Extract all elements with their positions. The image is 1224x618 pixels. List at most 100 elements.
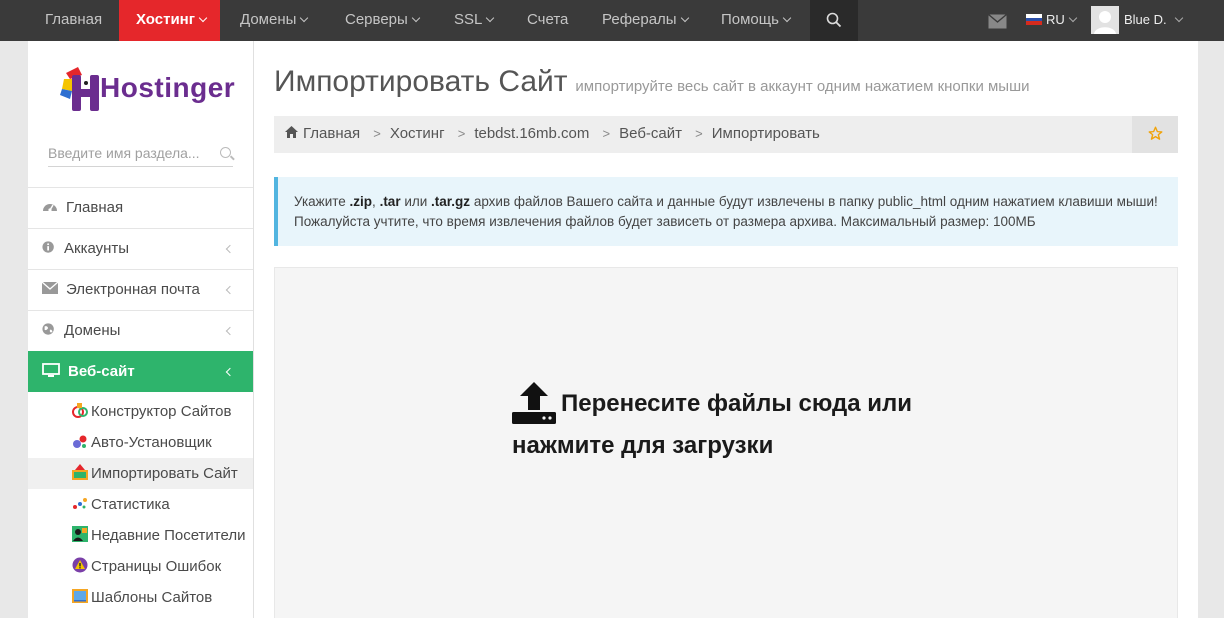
sidebar-search-input[interactable] — [48, 141, 208, 165]
dropzone-text: Перенесите файлы сюда или нажмите для за… — [512, 390, 913, 459]
breadcrumb-item-website[interactable]: Веб-сайт — [619, 125, 682, 142]
nav-servers[interactable]: Серверы — [345, 0, 421, 41]
breadcrumb-item-home[interactable]: Главная — [303, 125, 360, 142]
top-navigation: Главная Хостинг Домены Серверы SSL Счета… — [0, 0, 1224, 47]
star-icon — [1148, 126, 1162, 140]
search-icon — [826, 12, 842, 28]
dashboard-icon — [43, 204, 57, 212]
info-alert: Укажите .zip, .tar или .tar.gz архив фай… — [274, 177, 1178, 246]
sidebar: Hostinger Главная Аккаунты Электронная п… — [28, 41, 254, 618]
sidebar-item-email[interactable]: Электронная почта — [28, 269, 253, 310]
envelope-icon — [42, 281, 58, 295]
nav-ssl[interactable]: SSL — [454, 0, 495, 41]
monitor-icon — [42, 363, 60, 378]
submenu-item-error-pages[interactable]: Страницы Ошибок — [28, 551, 253, 582]
info-icon — [42, 241, 54, 253]
alert-text: Укажите — [294, 194, 350, 209]
recent-visitors-icon — [72, 526, 88, 543]
nav-hosting-label: Хостинг — [136, 11, 195, 28]
chevron-left-icon — [225, 244, 235, 254]
envelope-icon — [988, 14, 1007, 29]
nav-domains[interactable]: Домены — [240, 0, 309, 41]
alert-ext-zip: .zip — [349, 194, 373, 209]
dropzone-message: Перенесите файлы сюда или нажмите для за… — [512, 382, 932, 464]
nav-home-label: Главная — [45, 11, 103, 28]
breadcrumb-separator: > — [695, 126, 703, 141]
sidebar-search — [48, 141, 233, 167]
upload-icon — [512, 382, 556, 424]
favorite-button[interactable] — [1132, 116, 1178, 153]
breadcrumb-item-domain[interactable]: tebdst.16mb.com — [474, 125, 589, 142]
search-icon — [220, 147, 231, 158]
page-header: Импортировать Сайт импортируйте весь сай… — [274, 65, 1030, 99]
chevron-down-icon — [411, 13, 421, 23]
nav-domains-label: Домены — [240, 11, 297, 28]
nav-help-label: Помощь — [721, 11, 779, 28]
russia-flag-icon — [1026, 14, 1042, 26]
submenu-item-import-site[interactable]: Импортировать Сайт — [28, 458, 253, 489]
statistics-icon — [73, 498, 87, 510]
nav-hosting[interactable]: Хостинг — [119, 0, 220, 47]
submenu-item-label: Страницы Ошибок — [91, 558, 222, 575]
sidebar-item-label: Электронная почта — [66, 281, 200, 298]
submenu-item-label: Статистика — [91, 496, 170, 513]
breadcrumb-item-import: Импортировать — [711, 125, 820, 142]
chevron-down-icon — [680, 13, 689, 23]
globe-icon — [42, 323, 54, 335]
alert-ext-tar: .tar — [379, 194, 401, 209]
breadcrumb-separator: > — [373, 126, 381, 141]
chevron-down-icon — [782, 13, 792, 23]
sidebar-item-domains[interactable]: Домены — [28, 310, 253, 351]
chevron-down-icon — [300, 13, 309, 23]
submenu-item-label: Импортировать Сайт — [91, 465, 238, 482]
site-builder-icon — [72, 403, 88, 419]
user-menu[interactable]: Blue D. — [1091, 0, 1183, 41]
alert-text: или — [400, 194, 432, 209]
home-icon — [285, 126, 298, 139]
warning-icon — [72, 557, 88, 573]
language-selector[interactable]: RU — [1026, 0, 1078, 41]
avatar — [1091, 5, 1119, 34]
nav-referrals-label: Рефералы — [602, 11, 677, 28]
chevron-down-icon — [198, 13, 208, 23]
chevron-left-icon — [225, 326, 235, 336]
nav-invoices[interactable]: Счета — [527, 0, 568, 41]
nav-home[interactable]: Главная — [28, 0, 119, 41]
sidebar-item-label: Домены — [64, 322, 121, 339]
chevron-down-icon — [486, 13, 495, 23]
sidebar-menu: Главная Аккаунты Электронная почта Домен… — [28, 187, 253, 613]
submenu-item-label: Недавние Посетители — [91, 527, 246, 544]
chevron-down-icon — [1174, 13, 1183, 23]
submenu-item-site-builder[interactable]: Конструктор Сайтов — [28, 396, 253, 427]
alert-ext-targz: .tar.gz — [431, 194, 471, 209]
page-subtitle: импортируйте весь сайт в аккаунт одним н… — [575, 78, 1030, 95]
breadcrumb-item-hosting[interactable]: Хостинг — [390, 125, 445, 142]
templates-icon — [72, 589, 88, 604]
submenu-item-label: Конструктор Сайтов — [91, 403, 232, 420]
breadcrumb-separator: > — [602, 126, 611, 141]
sidebar-item-website[interactable]: Веб-сайт — [28, 351, 253, 392]
nav-servers-label: Серверы — [345, 11, 408, 28]
breadcrumb: Главная > Хостинг > tebdst.16mb.com > Веб-с… — [274, 116, 1178, 153]
nav-referrals[interactable]: Рефералы — [602, 0, 689, 41]
language-label: RU — [1046, 12, 1065, 27]
import-site-icon — [72, 464, 88, 481]
submenu-item-auto-installer[interactable]: Авто-Установщик — [28, 427, 253, 458]
logo[interactable]: Hostinger — [60, 65, 235, 113]
nav-search-button[interactable] — [810, 0, 858, 41]
sidebar-item-home[interactable]: Главная — [28, 187, 253, 228]
user-name: Blue D. — [1124, 12, 1167, 27]
breadcrumb-separator: > — [457, 126, 466, 141]
submenu-item-label: Шаблоны Сайтов — [91, 589, 213, 606]
sidebar-item-label: Веб-сайт — [68, 363, 135, 380]
submenu-item-statistics[interactable]: Статистика — [28, 489, 253, 520]
logo-text: Hostinger — [100, 72, 236, 103]
submenu-item-site-templates[interactable]: Шаблоны Сайтов — [28, 582, 253, 613]
submenu-item-recent-visitors[interactable]: Недавние Посетители — [28, 520, 253, 551]
submenu-item-label: Авто-Установщик — [91, 434, 212, 451]
sidebar-item-accounts[interactable]: Аккаунты — [28, 228, 253, 269]
nav-help[interactable]: Помощь — [721, 0, 792, 41]
file-dropzone[interactable]: Перенесите файлы сюда или нажмите для за… — [274, 267, 1178, 618]
chevron-left-icon — [225, 285, 235, 295]
auto-installer-icon — [73, 435, 87, 449]
